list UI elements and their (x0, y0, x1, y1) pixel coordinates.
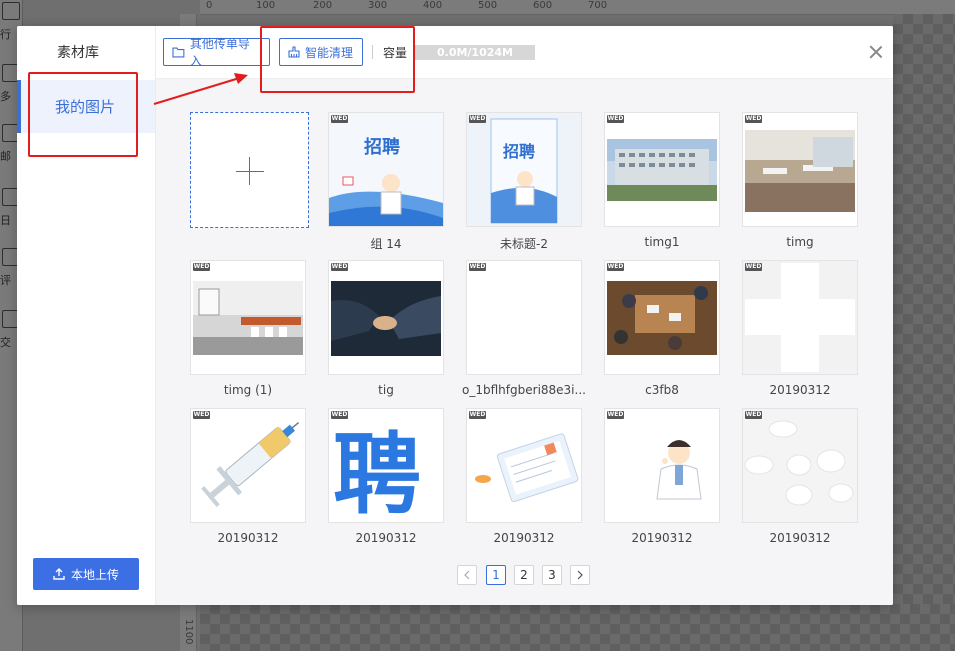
page-1-button[interactable]: 1 (486, 565, 506, 585)
image-tile[interactable]: WED (328, 260, 444, 375)
page-2-button[interactable]: 2 (514, 565, 534, 585)
image-thumbnail (605, 261, 719, 374)
image-thumbnail: 招聘 (329, 113, 443, 226)
sidebar: 素材库 我的图片 本地上传 (17, 26, 156, 605)
image-thumbnail (605, 409, 719, 522)
svg-text:招聘: 招聘 (364, 136, 400, 158)
image-caption: timg (1) (223, 383, 273, 397)
chevron-left-icon (464, 570, 470, 580)
image-tile[interactable]: WED (190, 408, 306, 523)
format-badge: WED (193, 411, 210, 419)
image-caption: o_1bflhfgberi88e3i... (462, 383, 586, 397)
image-thumbnail (191, 261, 305, 374)
ruler-top: 0 100 200 300 400 500 600 700 (200, 0, 955, 15)
image-caption: 20190312 (217, 531, 279, 545)
capacity-label: 容量 (383, 46, 408, 60)
format-badge: WED (331, 263, 348, 271)
canvas-transparency-right (893, 14, 955, 604)
image-caption: 20190312 (355, 531, 417, 545)
format-badge: WED (745, 263, 762, 271)
image-tile[interactable]: WED (742, 260, 858, 375)
image-thumbnail: 聘 (329, 409, 443, 522)
format-badge: WED (331, 115, 348, 123)
close-icon[interactable] (868, 44, 884, 60)
main-panel: 其他传单导入 智能清理 容量 0.0M/1024M 1 2 3 招聘 WED 组… (156, 26, 893, 605)
image-tile[interactable]: WED (742, 408, 858, 523)
svg-text:招聘: 招聘 (503, 142, 535, 161)
image-tile[interactable]: WED (466, 408, 582, 523)
folder-icon (172, 47, 185, 57)
image-thumbnail: 招聘 (467, 113, 581, 226)
sidebar-item-label: 我的图片 (55, 98, 116, 116)
prev-page-button[interactable] (457, 565, 477, 585)
canvas-transparency-bottom (200, 604, 955, 651)
image-caption: 未标题-2 (500, 237, 548, 251)
image-tile[interactable]: 招聘 WED (466, 112, 582, 227)
image-caption: 组 14 (370, 237, 402, 251)
page-3-button[interactable]: 3 (542, 565, 562, 585)
image-caption: c3fb8 (645, 383, 679, 397)
asset-library-dialog: 素材库 我的图片 本地上传 其他传单导入 智能清理 容量 0.0M/1024M … (17, 26, 893, 605)
image-caption: 20190312 (769, 531, 831, 545)
image-thumbnail (743, 113, 857, 226)
image-thumbnail (191, 409, 305, 522)
image-tile[interactable]: WED (604, 260, 720, 375)
format-badge: WED (607, 115, 624, 123)
import-label: 其他传单导入 (189, 37, 250, 68)
clean-label: 智能清理 (305, 45, 354, 60)
image-caption: timg (786, 235, 814, 249)
format-badge: WED (193, 263, 210, 271)
image-thumbnail (329, 261, 443, 374)
image-caption: timg1 (644, 235, 680, 249)
chevron-right-icon (577, 570, 583, 580)
sidebar-title[interactable]: 素材库 (17, 42, 139, 62)
image-thumbnail (743, 261, 857, 374)
add-image-tile[interactable] (190, 112, 309, 228)
toolbar-divider (372, 45, 373, 59)
format-badge: WED (469, 411, 486, 419)
format-badge: WED (469, 263, 486, 271)
local-upload-button[interactable]: 本地上传 (33, 558, 139, 590)
svg-text:聘: 聘 (333, 423, 421, 522)
image-tile[interactable]: WED (604, 408, 720, 523)
image-tile[interactable]: WED (466, 260, 582, 375)
image-thumbnail (605, 113, 719, 226)
sidebar-item-my-images[interactable]: 我的图片 (17, 80, 155, 133)
smart-clean-button[interactable]: 智能清理 (279, 38, 363, 66)
image-tile[interactable]: WED (604, 112, 720, 227)
format-badge: WED (745, 115, 762, 123)
toolbar: 其他传单导入 智能清理 容量 0.0M/1024M (156, 26, 893, 79)
image-tile[interactable]: 招聘 WED (328, 112, 444, 227)
format-badge: WED (607, 411, 624, 419)
image-tile[interactable]: WED (190, 260, 306, 375)
format-badge: WED (331, 411, 348, 419)
annotation-arrow (153, 73, 248, 105)
capacity-text: 0.0M/1024M (436, 46, 513, 59)
capacity-bar: 0.0M/1024M (415, 45, 535, 60)
upload-icon (53, 568, 65, 580)
import-other-flyers-button[interactable]: 其他传单导入 (163, 37, 270, 68)
image-tile[interactable]: 聘 WED (328, 408, 444, 523)
broom-icon (288, 46, 300, 58)
image-tile[interactable]: WED (742, 112, 858, 227)
image-thumbnail (467, 409, 581, 522)
local-upload-label: 本地上传 (70, 567, 119, 582)
image-caption: 20190312 (769, 383, 831, 397)
image-thumbnail (743, 409, 857, 522)
image-caption: tig (378, 383, 394, 397)
image-caption: 20190312 (631, 531, 693, 545)
format-badge: WED (745, 411, 762, 419)
doc-icon (2, 2, 20, 20)
image-thumbnail (467, 261, 581, 374)
next-page-button[interactable] (570, 565, 590, 585)
format-badge: WED (469, 115, 486, 123)
format-badge: WED (607, 263, 624, 271)
image-caption: 20190312 (493, 531, 555, 545)
